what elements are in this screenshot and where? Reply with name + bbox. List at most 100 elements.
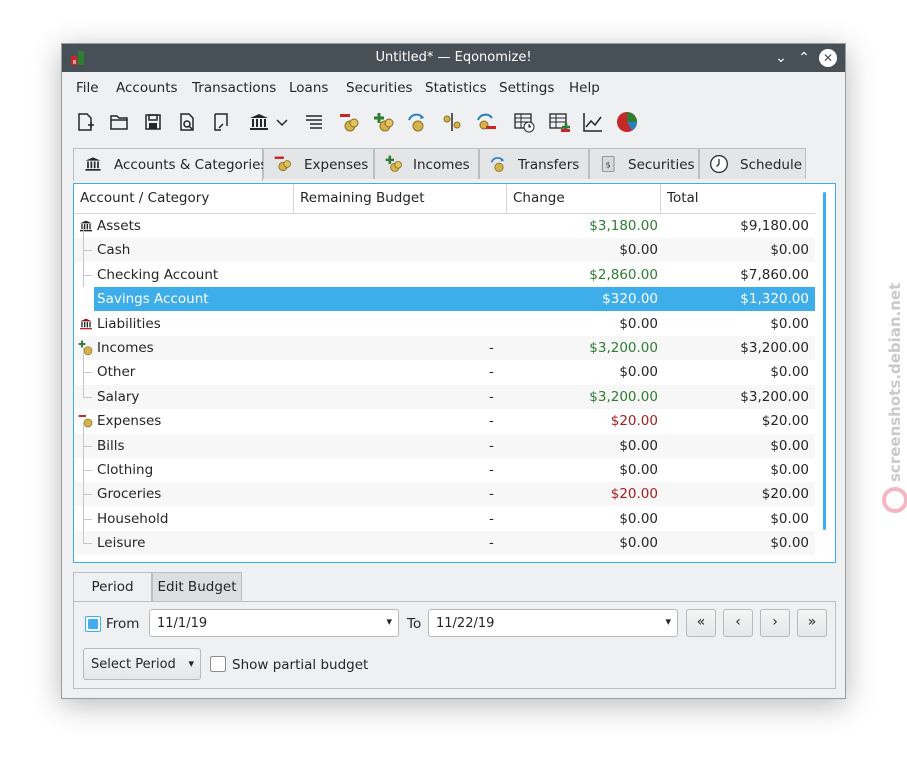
- row-total: $0.00: [770, 437, 809, 454]
- tab-transfers[interactable]: Transfers: [479, 148, 589, 179]
- show-partial-budget-label: Show partial budget: [232, 657, 369, 673]
- split-icon[interactable]: [440, 110, 464, 134]
- tab-incomes[interactable]: Incomes: [374, 148, 479, 179]
- new-income-icon[interactable]: [371, 110, 395, 134]
- row-total: $0.00: [770, 535, 809, 552]
- print-preview-icon[interactable]: [175, 110, 199, 134]
- tab-label: Securities: [628, 157, 695, 173]
- tree-row-bills[interactable]: Bills - $0.00 $0.00: [74, 421, 815, 458]
- tree-row-expenses[interactable]: Expenses - $20.00 $20.00: [74, 409, 815, 433]
- tab-securities[interactable]: $ Securities: [589, 148, 699, 179]
- row-remaining-budget: -: [489, 364, 494, 381]
- expense-coins-icon: [78, 413, 94, 429]
- row-name: Savings Account: [97, 291, 209, 308]
- save-as-icon[interactable]: [209, 110, 233, 134]
- tree-branch-line: [83, 396, 92, 398]
- row-change: $3,200.00: [589, 388, 658, 405]
- from-checkbox[interactable]: [85, 616, 101, 632]
- menu-help[interactable]: Help: [569, 80, 600, 96]
- open-file-icon[interactable]: [107, 110, 131, 134]
- bank-icon[interactable]: [247, 110, 271, 134]
- tree-branch-line: [83, 250, 84, 287]
- tree-branch-line: [83, 445, 92, 447]
- tab-schedule[interactable]: Schedule: [699, 148, 806, 179]
- save-icon[interactable]: [141, 110, 165, 134]
- delete-transaction-icon[interactable]: [474, 110, 498, 134]
- column-header-account[interactable]: Account / Category: [74, 184, 294, 213]
- tree-row-groceries[interactable]: Groceries - $20.00 $20.00: [74, 470, 815, 507]
- menu-statistics[interactable]: Statistics: [425, 80, 487, 96]
- accounts-tree[interactable]: Account / Category Remaining Budget Chan…: [73, 183, 836, 563]
- show-partial-budget-checkbox[interactable]: [210, 656, 226, 672]
- minimize-icon[interactable]: ⌄: [772, 49, 790, 67]
- menu-file[interactable]: File: [76, 80, 99, 96]
- chevron-down-icon[interactable]: ▾: [665, 615, 671, 628]
- tree-row-other[interactable]: Other - $0.00 $0.00: [74, 348, 815, 385]
- tab-edit-budget[interactable]: Edit Budget: [152, 572, 242, 602]
- row-change: $0.00: [619, 315, 658, 332]
- vertical-scrollbar[interactable]: [823, 192, 826, 530]
- tab-label: Incomes: [413, 157, 470, 173]
- column-header-change[interactable]: Change: [507, 184, 661, 213]
- income-coins-icon: [385, 155, 402, 172]
- menu-bar: File Accounts Transactions Loans Securit…: [62, 74, 845, 102]
- select-period-dropdown[interactable]: Select Period ▾: [83, 648, 201, 680]
- chevron-down-icon[interactable]: ▾: [188, 657, 194, 670]
- row-change: $20.00: [610, 486, 658, 503]
- new-transfer-icon[interactable]: [405, 110, 429, 134]
- ledger-icon[interactable]: [302, 110, 326, 134]
- new-file-icon[interactable]: [73, 110, 97, 134]
- row-name: Incomes: [97, 340, 154, 356]
- menu-securities[interactable]: Securities: [346, 80, 413, 96]
- from-date-field[interactable]: 11/1/19 ▾: [149, 609, 399, 637]
- line-chart-icon[interactable]: [581, 110, 605, 134]
- row-total: $7,860.00: [740, 266, 809, 283]
- tree-row-household[interactable]: Household - $0.00 $0.00: [74, 494, 815, 531]
- close-icon[interactable]: ✕: [819, 49, 837, 67]
- tab-accounts-categories[interactable]: Accounts & Categories: [73, 148, 267, 181]
- column-header-remaining-budget[interactable]: Remaining Budget: [294, 184, 507, 213]
- schedule-icon[interactable]: [512, 110, 536, 134]
- tree-row-clothing[interactable]: Clothing - $0.00 $0.00: [74, 446, 815, 482]
- tree-row-savings-account[interactable]: Savings Account $320.00 $1,320.00: [94, 287, 815, 312]
- next-period-button[interactable]: ›: [760, 609, 790, 637]
- first-period-button[interactable]: «: [686, 609, 716, 637]
- bank-icon: [85, 157, 101, 171]
- menu-accounts[interactable]: Accounts: [116, 80, 178, 96]
- tab-period[interactable]: Period: [73, 572, 152, 602]
- maximize-icon[interactable]: ⌃: [795, 49, 813, 67]
- tree-row-assets[interactable]: Assets $3,180.00 $9,180.00: [74, 214, 815, 238]
- row-total: $0.00: [770, 315, 809, 332]
- pie-chart-icon[interactable]: [615, 110, 639, 134]
- tree-row-checking-account[interactable]: Checking Account $2,860.00 $7,860.00: [74, 250, 815, 287]
- menu-transactions[interactable]: Transactions: [192, 80, 276, 96]
- tree-row-leisure[interactable]: Leisure - $0.00 $0.00: [74, 519, 815, 556]
- tree-row-liabilities[interactable]: Liabilities $0.00 $0.00: [74, 312, 815, 336]
- row-total: $9,180.00: [740, 218, 809, 234]
- chevron-down-icon[interactable]: ▾: [386, 615, 392, 628]
- tree-row-salary[interactable]: Salary - $3,200.00 $3,200.00: [74, 372, 815, 409]
- tab-expenses[interactable]: Expenses: [263, 148, 374, 179]
- title-bar[interactable]: Untitled* — Eqonomize! ⌄ ⌃ ✕: [62, 44, 845, 72]
- menu-settings[interactable]: Settings: [499, 80, 554, 96]
- previous-period-button[interactable]: ‹: [723, 609, 753, 637]
- tree-row-cash[interactable]: Cash $0.00 $0.00: [74, 226, 815, 263]
- svg-text:$: $: [606, 159, 611, 169]
- row-name: Bills: [97, 437, 125, 454]
- row-name: Liabilities: [97, 315, 161, 332]
- window-title: Untitled* — Eqonomize!: [375, 50, 532, 65]
- row-remaining-budget: -: [489, 462, 494, 478]
- row-name: Household: [97, 510, 169, 527]
- to-date-field[interactable]: 11/22/19 ▾: [428, 609, 678, 637]
- dropdown-icon[interactable]: [274, 110, 290, 134]
- row-change: $320.00: [602, 291, 658, 308]
- row-total: $0.00: [770, 510, 809, 527]
- last-period-button[interactable]: »: [797, 609, 827, 637]
- tree-row-incomes[interactable]: Incomes - $3,200.00 $3,200.00: [74, 336, 815, 360]
- column-header-total[interactable]: Total: [661, 184, 815, 213]
- table-icon[interactable]: [547, 110, 571, 134]
- menu-loans[interactable]: Loans: [289, 80, 328, 96]
- row-change: $0.00: [619, 462, 658, 478]
- new-expense-icon[interactable]: [337, 110, 361, 134]
- row-remaining-budget: -: [489, 535, 494, 552]
